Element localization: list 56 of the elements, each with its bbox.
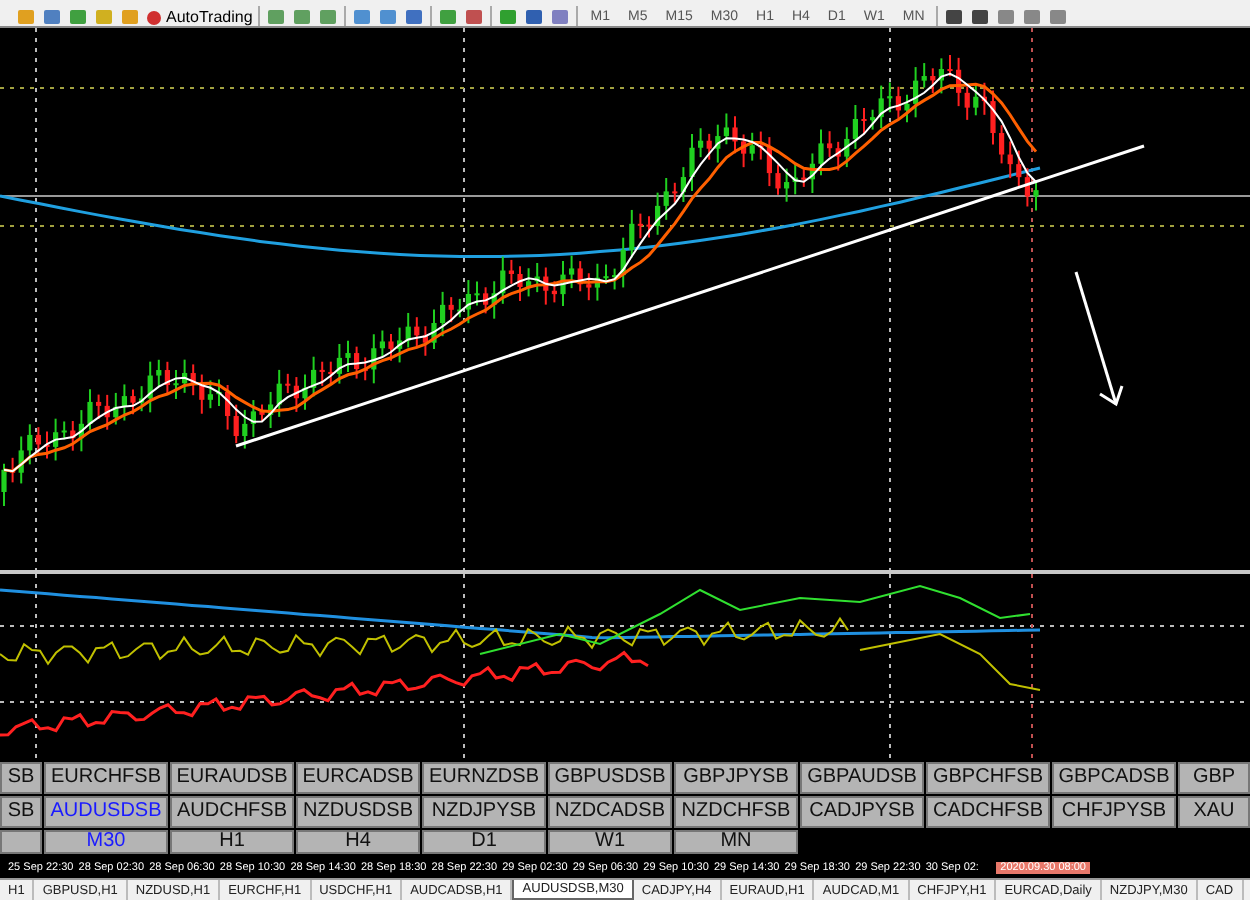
symbol-button[interactable]: XAU — [1178, 796, 1250, 828]
timeframe-button[interactable]: H4 — [296, 830, 420, 854]
symbol-button[interactable]: GBPCHFSB — [926, 762, 1050, 794]
timeframe-button[interactable]: M30 — [44, 830, 168, 854]
symbol-button[interactable]: CADJPYSB — [800, 796, 924, 828]
candlestick — [431, 308, 437, 350]
candlestick — [603, 263, 609, 285]
candlestick — [517, 265, 523, 302]
candlestick — [216, 378, 222, 407]
symbol-button[interactable]: GBPJPYSB — [674, 762, 798, 794]
timeframe-button[interactable]: MN — [674, 830, 798, 854]
candlestick — [818, 128, 824, 177]
candlestick — [173, 369, 179, 400]
symbol-button[interactable]: NZDJPYSB — [422, 796, 546, 828]
symbol-button[interactable]: EURCADSB — [296, 762, 420, 794]
symbol-button[interactable]: NZDUSDSB — [296, 796, 420, 828]
symbol-button[interactable]: AUDCHFSB — [170, 796, 294, 828]
symbol-button[interactable]: GBPAUDSB — [800, 762, 924, 794]
candlestick — [646, 215, 652, 239]
symbol-button[interactable]: SB — [0, 796, 42, 828]
stop-icon — [146, 9, 162, 25]
timeframe-button[interactable]: H1 — [170, 830, 294, 854]
arrow-drawing — [1074, 271, 1124, 407]
symbol-button[interactable]: CADCHFSB — [926, 796, 1050, 828]
candlestick — [474, 280, 480, 307]
candlestick — [1033, 179, 1039, 212]
candlestick — [345, 339, 351, 373]
candlestick — [560, 259, 566, 307]
symbol-button[interactable]: AUDUSDSB — [44, 796, 168, 828]
symbol-button[interactable]: GBP — [1178, 762, 1250, 794]
candlestick — [388, 333, 394, 362]
candlestick — [689, 132, 695, 193]
candlestick — [259, 403, 265, 422]
symbol-button[interactable]: SB — [0, 762, 42, 794]
symbol-button[interactable]: NZDCHFSB — [674, 796, 798, 828]
candlestick — [775, 163, 781, 196]
symbol-button[interactable]: CHFJPYSB — [1052, 796, 1176, 828]
candlestick — [1, 462, 7, 507]
candlestick — [990, 89, 996, 146]
autotrading-button[interactable]: AutoTrading — [146, 8, 253, 26]
candlestick — [44, 430, 50, 460]
timeframe-button[interactable]: D1 — [422, 830, 546, 854]
candlestick — [302, 373, 308, 411]
candlestick — [732, 115, 738, 155]
symbol-button[interactable]: EURNZDSB — [422, 762, 546, 794]
candlestick — [861, 107, 867, 136]
symbol-button[interactable]: EURAUDSB — [170, 762, 294, 794]
timeframe-button[interactable]: W1 — [548, 830, 672, 854]
candlestick — [130, 388, 136, 416]
symbol-button[interactable]: EURCHFSB — [44, 762, 168, 794]
symbol-button[interactable]: GBPUSDSB — [548, 762, 672, 794]
candlestick — [904, 93, 910, 124]
symbol-button[interactable]: GBPCADSB — [1052, 762, 1176, 794]
candlestick — [947, 54, 953, 78]
symbol-button[interactable]: NZDCADSB — [548, 796, 672, 828]
candlestick — [87, 388, 93, 431]
